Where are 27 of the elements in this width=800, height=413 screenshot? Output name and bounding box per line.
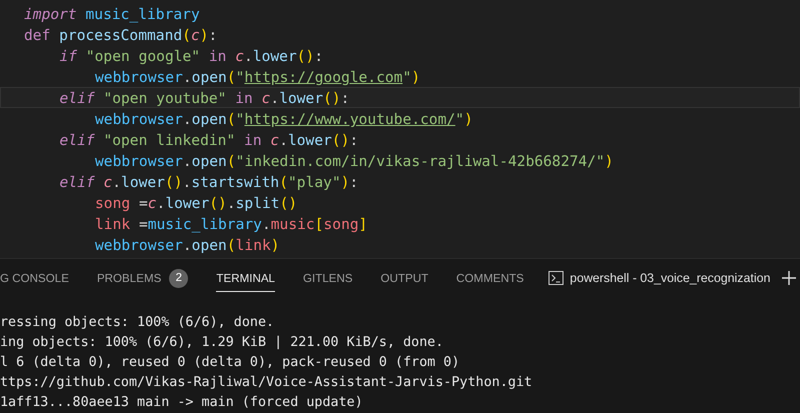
code-line: import music_library bbox=[23, 5, 201, 24]
panel-tab[interactable]: PROBLEMS bbox=[96, 264, 162, 292]
terminal-line: ttps://github.com/Vikas-Rajliwal/Voice-Assistant-Jarvis-Python.git bbox=[0, 374, 534, 392]
terminal-line: ing objects: 100% (6/6), 1.29 KiB | 221.00 KiB/s, done. bbox=[0, 334, 444, 352]
plus-icon[interactable] bbox=[782, 271, 796, 285]
terminal-line: l 6 (delta 0), reused 0 (delta 0), pack-reused 0 (from 0) bbox=[0, 354, 461, 372]
terminal-icon bbox=[548, 270, 564, 286]
code-line: elif c.lower().startswith("play"): bbox=[58, 173, 360, 192]
count-badge: 2 bbox=[169, 268, 188, 288]
panel-tab[interactable]: TERMINAL bbox=[216, 264, 275, 292]
code-line: webbrowser.open("https://www.youtube.com/") bbox=[94, 110, 474, 129]
code-line: webbrowser.open(link) bbox=[94, 236, 281, 255]
code-line: link =music_library.music[song] bbox=[94, 215, 368, 234]
panel-tab[interactable]: G CONSOLE bbox=[0, 264, 69, 292]
code-line: song =c.lower().split() bbox=[94, 194, 298, 213]
terminal-line: 1aff13...80aee13 main -> main (forced update) bbox=[0, 394, 364, 412]
code-line: webbrowser.open("inkedin.com/in/vikas-rajliwal-42b668274/") bbox=[94, 152, 614, 171]
code-line: elif "open linkedin" in c.lower(): bbox=[58, 131, 360, 150]
code-editor[interactable] bbox=[0, 0, 800, 258]
panel-tab[interactable]: OUTPUT bbox=[380, 264, 428, 292]
panel-tab[interactable]: COMMENTS bbox=[456, 264, 524, 292]
terminal-line: ressing objects: 100% (6/6), done. bbox=[0, 314, 276, 332]
terminal-name[interactable]: powershell - 03_voice_recognization bbox=[570, 271, 770, 285]
panel-tab[interactable]: GITLENS bbox=[303, 264, 353, 292]
code-line: def processCommand(c): bbox=[23, 26, 218, 45]
code-line: webbrowser.open("https://google.com") bbox=[94, 68, 422, 87]
code-line: if "open google" in c.lower(): bbox=[58, 47, 324, 66]
